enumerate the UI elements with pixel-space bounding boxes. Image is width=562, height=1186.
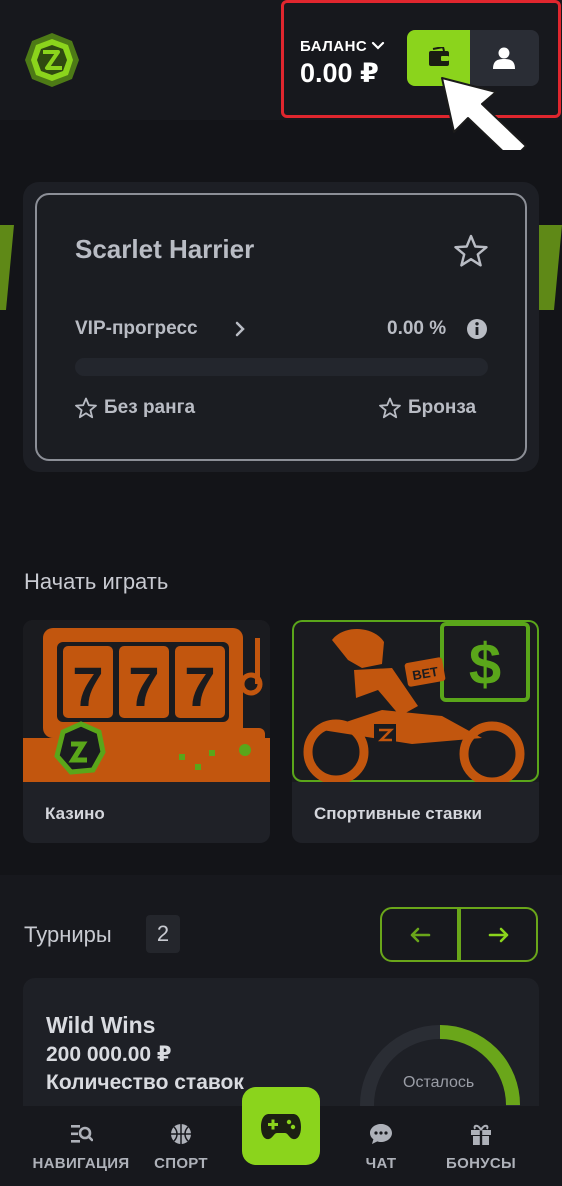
svg-text:7: 7 bbox=[128, 655, 159, 718]
tournaments-next-button[interactable] bbox=[459, 907, 538, 962]
nav-label-bonuses: БОНУСЫ bbox=[446, 1155, 516, 1172]
tournament-name: Wild Wins bbox=[46, 1012, 156, 1038]
next-rank: Бронза bbox=[408, 397, 477, 418]
vip-progress-link[interactable]: VIP-прогресс bbox=[75, 318, 198, 340]
user-icon bbox=[493, 47, 515, 69]
nav-item-sport[interactable]: СПОРТ bbox=[150, 1122, 212, 1172]
user-name: Scarlet Harrier bbox=[75, 234, 255, 264]
vip-progress-bar bbox=[75, 358, 488, 376]
navigation-search-icon bbox=[71, 1125, 93, 1143]
balance-amount: 0.00 ₽ bbox=[300, 58, 379, 88]
nav-label-chat: ЧАТ bbox=[365, 1155, 397, 1172]
chevron-right-icon[interactable] bbox=[233, 320, 247, 338]
slot-machine-icon: 7 7 7 bbox=[23, 620, 270, 782]
casino-card[interactable]: 7 7 7 Казино bbox=[23, 620, 270, 843]
tournament-bets-label: Количество ставок bbox=[46, 1071, 244, 1094]
emerald-logo-icon[interactable] bbox=[22, 30, 82, 90]
balance-label[interactable]: БАЛАНС bbox=[300, 38, 367, 55]
chat-bubble-icon bbox=[370, 1124, 392, 1144]
nav-item-navigation[interactable]: НАВИГАЦИЯ bbox=[32, 1122, 130, 1172]
nav-label-sport: СПОРТ bbox=[154, 1155, 208, 1172]
sports-betting-card[interactable]: $ BET Спортивные ставки bbox=[292, 620, 539, 843]
nav-item-bonuses[interactable]: БОНУСЫ bbox=[444, 1122, 518, 1172]
tournaments-prev-button[interactable] bbox=[380, 907, 459, 962]
tournament-prize: 200 000.00 ₽ bbox=[46, 1043, 172, 1066]
svg-text:7: 7 bbox=[72, 655, 103, 718]
svg-text:7: 7 bbox=[184, 655, 215, 718]
gamepad-icon bbox=[261, 1114, 301, 1140]
arrow-right-icon bbox=[488, 927, 508, 942]
nav-item-chat[interactable]: ЧАТ bbox=[356, 1122, 406, 1172]
rank-star-icon bbox=[75, 397, 97, 419]
svg-text:$: $ bbox=[469, 632, 501, 697]
sports-betting-card-label: Спортивные ставки bbox=[314, 804, 482, 823]
gift-icon bbox=[471, 1124, 491, 1145]
nav-label-navigation: НАВИГАЦИЯ bbox=[32, 1155, 130, 1172]
start-playing-title: Начать играть bbox=[24, 569, 169, 594]
basketball-icon bbox=[171, 1124, 191, 1144]
countdown-label: Осталось bbox=[403, 1074, 475, 1091]
tournaments-count-badge: 2 bbox=[146, 915, 180, 953]
wallet-icon bbox=[429, 47, 449, 66]
star-icon[interactable] bbox=[454, 234, 488, 268]
chevron-down-icon[interactable] bbox=[371, 38, 385, 54]
next-rank-star-icon bbox=[379, 397, 401, 419]
motocross-bet-icon: $ BET bbox=[292, 620, 539, 782]
vip-progress-value: 0.00 % bbox=[387, 318, 447, 339]
tournaments-title: Турниры bbox=[24, 922, 112, 947]
info-icon[interactable] bbox=[466, 318, 488, 340]
casino-card-label: Казино bbox=[45, 804, 105, 823]
games-button[interactable] bbox=[242, 1087, 320, 1165]
current-rank: Без ранга bbox=[104, 397, 196, 418]
arrow-left-icon bbox=[410, 927, 430, 942]
